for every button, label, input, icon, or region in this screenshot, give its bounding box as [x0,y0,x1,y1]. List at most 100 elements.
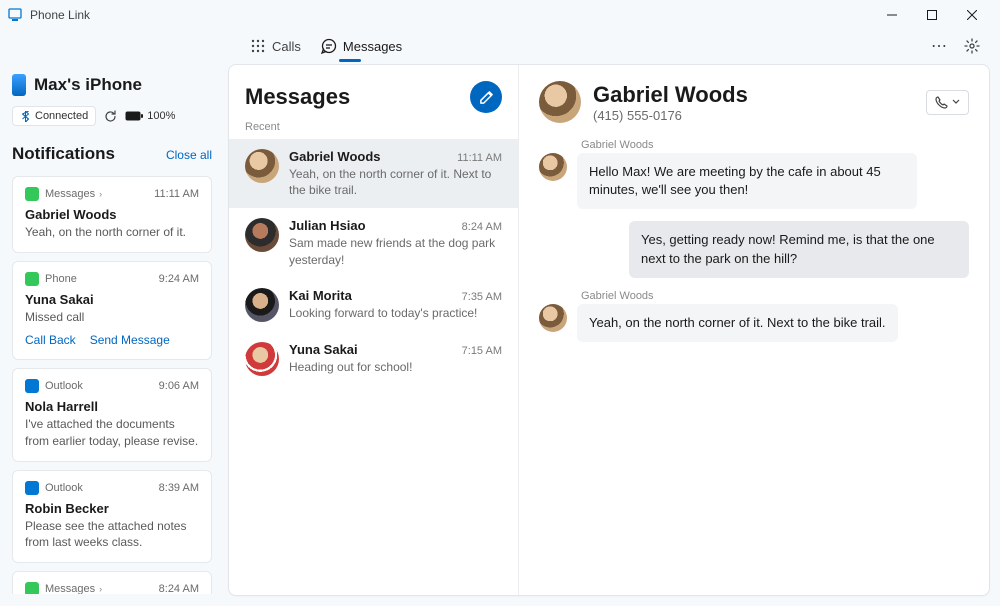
notification-time: 8:24 AM [159,583,199,594]
notification-action[interactable]: Send Message [90,333,170,347]
titlebar: Phone Link [0,0,1000,30]
notification-action[interactable]: Call Back [25,333,76,347]
settings-button[interactable] [956,34,988,58]
connection-status[interactable]: Connected [12,106,96,126]
window-controls [872,0,992,30]
thread-item[interactable]: Gabriel Woods11:11 AMYeah, on the north … [229,139,518,208]
outlook-app-icon [25,481,39,495]
conversation-pane: Gabriel Woods (415) 555-0176 Gabriel Woo… [519,65,989,595]
thread-item[interactable]: Kai Morita 7:35 AM Looking forward to toda… [229,278,518,332]
notification-time: 9:06 AM [159,380,199,392]
thread-time: 8:24 AM [462,221,502,233]
thread-name: Yuna Sakai [289,342,358,357]
message-avatar [539,304,567,332]
notification-app-label: Outlook [45,380,83,392]
thread-preview: Sam made new friends at the dog park yes… [289,235,502,267]
thread-preview: Looking forward to today's practice! [289,305,502,321]
thread-name: Julian Hsiao [289,218,366,233]
notification-card[interactable]: Outlook8:39 AMRobin BeckerPlease see the… [12,470,212,563]
notification-body: Yeah, on the north corner of it. [25,224,199,240]
message-bubble: Yeah, on the north corner of it. Next to… [577,304,898,342]
top-nav: Calls Messages ⋯ [0,30,1000,62]
notification-actions: Call Back Send Message [25,333,199,347]
messages-app-icon [25,582,39,594]
battery-label: 100% [147,110,175,122]
thread-item[interactable]: Julian Hsiao 8:24 AM Sam made new friends … [229,208,518,277]
thread-time: 7:15 AM [462,345,502,357]
thread-avatar [245,342,279,376]
refresh-button[interactable] [104,110,117,123]
thread-avatar [245,218,279,252]
notification-time: 11:11 AM [154,188,199,200]
notification-title: Nola Harrell [25,399,199,414]
chevron-right-icon: › [99,584,102,594]
chevron-down-icon [952,98,960,106]
notification-title: Yuna Sakai [25,292,199,307]
messages-app-icon [25,187,39,201]
thread-time: 7:35 AM [462,291,502,303]
tab-calls[interactable]: Calls [240,34,311,58]
notifications-heading: Notifications [12,144,115,164]
dialpad-icon [250,38,266,54]
more-button[interactable]: ⋯ [923,32,956,60]
outlook-app-icon [25,379,39,393]
chevron-right-icon: › [99,189,102,199]
notification-app-label: Messages [45,188,95,200]
notification-app-label: Outlook [45,482,83,494]
contact-phone: (415) 555-0176 [593,108,914,123]
thread-avatar [245,149,279,183]
thread-name: Gabriel Woods [289,149,381,164]
chat-icon [321,38,337,54]
app-icon [8,8,22,22]
notification-body: I've attached the documents from earlier… [25,416,199,448]
device-name-label: Max's iPhone [34,75,142,95]
battery-status: 100% [125,110,175,122]
bluetooth-icon [20,111,31,122]
notification-body: Please see the attached notes from last … [25,518,199,550]
phone-icon [935,96,948,109]
tab-messages-label: Messages [343,39,402,54]
notifications-list: Messages › 11:11 AM Gabriel Woods Yeah, on t… [12,176,212,594]
center-panel: Messages Recent Gabriel Woods11:11 AMYea… [228,64,990,596]
message-row: Yes, getting ready now! Remind me, is th… [539,221,969,277]
phone-icon [12,74,26,96]
maximize-button[interactable] [912,0,952,30]
call-button[interactable] [926,90,969,115]
phone-app-icon [25,272,39,286]
message-avatar [539,153,567,181]
notifications-header: Notifications Close all [12,144,212,164]
message-sender: Gabriel Woods [577,139,917,151]
tab-messages[interactable]: Messages [311,34,412,58]
notification-title: Gabriel Woods [25,207,199,222]
recent-label: Recent [229,117,518,139]
notification-card[interactable]: Messages › 11:11 AM Gabriel Woods Yeah, on t… [12,176,212,253]
compose-button[interactable] [470,81,502,113]
thread-preview: Heading out for school! [289,359,502,375]
thread-preview: Yeah, on the north corner of it. Next to… [289,166,502,198]
message-row: Gabriel Woods Hello Max! We are meeting b… [539,139,969,209]
device-status-row: Connected 100% [12,106,212,126]
close-all-link[interactable]: Close all [166,148,212,162]
message-list: Messages Recent Gabriel Woods11:11 AMYea… [229,65,519,595]
message-sender: Gabriel Woods [577,290,898,302]
notification-app-label: Messages [45,583,95,594]
notification-body: Missed call [25,309,199,325]
notification-card[interactable]: Phone9:24 AMYuna SakaiMissed callCall Ba… [12,261,212,360]
notification-card[interactable]: Messages›8:24 AMJulian HsiaoSam made new… [12,571,212,594]
tab-calls-label: Calls [272,39,301,54]
battery-icon [125,111,143,121]
notification-time: 8:39 AM [159,482,199,494]
notification-card[interactable]: Outlook 9:06 AM Nola Harrell I've attached … [12,368,212,461]
contact-name: Gabriel Woods [593,82,914,108]
close-button[interactable] [952,0,992,30]
refresh-icon [104,110,117,123]
device-name: Max's iPhone [12,70,212,98]
minimize-button[interactable] [872,0,912,30]
connection-status-label: Connected [35,110,88,122]
message-bubble: Hello Max! We are meeting by the cafe in… [577,153,917,209]
thread-item[interactable]: Yuna Sakai 7:15 AM Heading out for school! [229,332,518,386]
app-title: Phone Link [30,8,90,22]
notification-time: 9:24 AM [159,273,199,285]
thread-name: Kai Morita [289,288,352,303]
sidebar: Max's iPhone Connected 100% Notification… [0,62,224,606]
